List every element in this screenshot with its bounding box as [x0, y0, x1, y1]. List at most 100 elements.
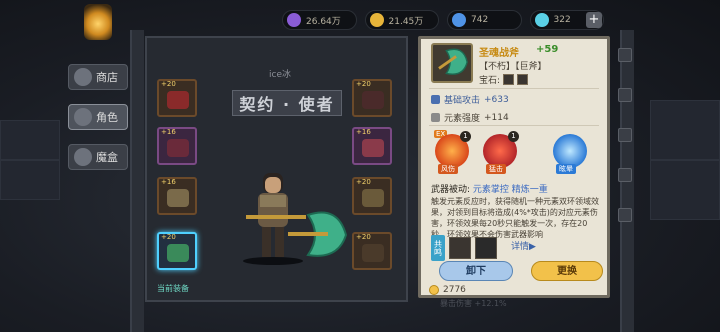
detail-link[interactable]: 详情▶ — [511, 239, 536, 252]
divider — [429, 88, 599, 89]
equip-slot-armor[interactable]: +16 — [157, 177, 197, 215]
blue-gem-icon — [452, 13, 466, 27]
equip-slot-weapon[interactable]: +20 — [157, 232, 197, 270]
slot-level: +20 — [161, 233, 176, 241]
weapon-tags: 【不朽】【巨斧】 — [479, 62, 547, 72]
side-button-icon[interactable] — [618, 128, 632, 142]
skill-wind-icon[interactable]: 1 风伤 — [435, 131, 471, 174]
necklace-icon — [362, 91, 384, 109]
equip-slot-boots[interactable]: +20 — [352, 177, 392, 215]
side-button-icon[interactable] — [618, 88, 632, 102]
equip-slot-helmet[interactable]: +20 — [157, 79, 197, 117]
nav-shop[interactable]: 商店 — [68, 64, 128, 90]
currency-value: 322 — [553, 15, 571, 25]
weapon-icon-box — [431, 43, 473, 83]
slot-level: +16 — [161, 178, 176, 186]
shop-icon — [74, 68, 92, 86]
stat-label: 元素强度 — [444, 114, 481, 124]
gem-slot-icon[interactable] — [503, 74, 515, 85]
slot-level: +16 — [356, 128, 371, 136]
currency-value: 742 — [471, 15, 489, 25]
skill-smash-icon[interactable]: 1 猛击 — [483, 131, 519, 174]
passive-title: 武器被动: 元素掌控 精炼一重 — [431, 182, 548, 195]
weapon-gems: 宝石: — [479, 73, 529, 86]
side-button-icon[interactable] — [618, 168, 632, 182]
current-equip-label: 当前装备 — [157, 284, 189, 293]
nav-label: 商店 — [96, 71, 118, 84]
ring-icon — [362, 139, 384, 157]
slot-level: +20 — [356, 233, 371, 241]
unequip-button[interactable]: 卸下 — [439, 261, 513, 281]
skill-tag: 猛击 — [486, 164, 506, 174]
currency-diamond: 322 + — [529, 10, 604, 30]
resonance-slot-icon[interactable] — [475, 237, 497, 259]
diamond-icon — [534, 13, 549, 27]
lantern-icon — [84, 4, 112, 40]
weapon-name: 圣魂战斧 — [479, 48, 519, 59]
hero-name: ice冰 — [269, 70, 291, 80]
resonance-label: 共鸣 — [431, 235, 445, 261]
weapon-detail-card: 圣魂战斧 +59 【不朽】【巨斧】 宝石: 基础攻击 +633 元素强度 +11… — [418, 36, 610, 298]
brick-wall — [0, 120, 60, 160]
slot-level: +20 — [356, 178, 371, 186]
currency-bar: 26.64万 21.45万 742 322 + — [282, 10, 604, 32]
skill-stun-icon[interactable]: 眩晕 — [553, 134, 587, 174]
skill-count: 1 — [508, 131, 519, 142]
element-icon — [431, 113, 440, 122]
equip-slot-gloves[interactable]: +16 — [157, 127, 197, 165]
side-button-icon[interactable] — [618, 48, 632, 62]
currency-value: 21.45万 — [388, 16, 424, 27]
attack-icon — [431, 95, 440, 104]
replace-button[interactable]: 更换 — [531, 261, 603, 281]
stat-value: +114 — [484, 112, 509, 123]
resonance-row: 共鸣 — [431, 235, 497, 261]
character-icon — [74, 108, 92, 126]
equip-slot-necklace[interactable]: +20 — [352, 79, 392, 117]
equip-slot-ring[interactable]: +16 — [352, 127, 392, 165]
panel-title: 契约 · 使者 — [232, 90, 342, 116]
stat-value: +633 — [484, 94, 509, 105]
skill-tag: 风伤 — [438, 164, 458, 174]
gloves-icon — [167, 139, 189, 157]
passive-label: 武器被动: — [431, 185, 471, 195]
currency-blue: 742 — [447, 10, 522, 30]
brick-wall — [0, 160, 60, 200]
axe-icon — [438, 48, 468, 75]
axe-icon — [167, 244, 189, 262]
weapon-level: +59 — [536, 44, 559, 55]
boots-icon — [362, 189, 384, 207]
purple-gem-icon — [287, 13, 301, 27]
stat-base-attack: 基础攻击 +633 — [431, 93, 509, 106]
divider — [429, 125, 599, 126]
currency-gold: 21.45万 — [364, 10, 439, 30]
stat-element: 元素强度 +114 — [431, 111, 509, 124]
stat-label: 基础攻击 — [444, 96, 481, 106]
footer-stat: 暴击伤害 +12.1% — [440, 299, 507, 308]
slot-level: +20 — [161, 80, 176, 88]
gold-coin-icon — [369, 13, 384, 27]
box-icon — [74, 148, 92, 166]
resonance-slot-icon[interactable] — [449, 237, 471, 259]
nav-label: 魔盒 — [96, 151, 118, 164]
skill-tag: 眩晕 — [556, 164, 576, 174]
passive-description: 触发元素反应时，获得随机一种元素双环领域效果，对领到目标将造成(4%*攻击)的对… — [431, 197, 599, 239]
relic-icon — [362, 244, 384, 262]
gold-amount: 2776 — [443, 285, 466, 295]
gold-cost: 2776 — [429, 285, 466, 295]
slot-level: +20 — [356, 80, 371, 88]
gold-coin-icon — [429, 285, 439, 295]
left-pillar — [130, 30, 144, 332]
gems-label: 宝石: — [479, 76, 501, 86]
helmet-icon — [167, 91, 189, 109]
passive-name: 元素掌控 精炼一重 — [472, 185, 548, 195]
nav-label: 角色 — [96, 111, 118, 124]
nav-box[interactable]: 魔盒 — [68, 144, 128, 170]
nav-character[interactable]: 角色 — [68, 104, 128, 130]
currency-value: 26.64万 — [306, 16, 341, 27]
equip-slot-relic[interactable]: +20 — [352, 232, 392, 270]
side-button-icon[interactable] — [618, 208, 632, 222]
add-currency-button[interactable]: + — [586, 12, 602, 28]
brick-wall — [650, 160, 720, 220]
gem-slot-icon[interactable] — [517, 74, 529, 85]
brick-wall — [650, 100, 720, 160]
